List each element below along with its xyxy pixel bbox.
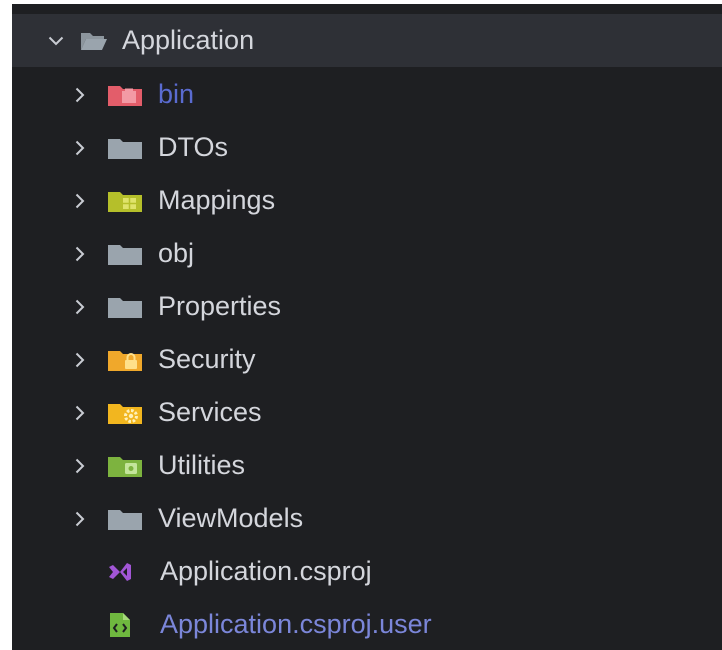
tree-item-services[interactable]: Services (12, 386, 722, 439)
chevron-right-icon[interactable] (70, 280, 90, 333)
tree-item-bin[interactable]: bin (12, 68, 722, 121)
window-frame: Application bin DTOs Mappings obj Proper… (0, 0, 722, 650)
folder-icon (108, 296, 142, 318)
tree-item-label: obj (158, 238, 195, 268)
tree-item-utilities[interactable]: Utilities (12, 439, 722, 492)
folder-mappings-icon (108, 190, 142, 212)
tree-item-label: ViewModels (158, 503, 304, 533)
chevron-right-icon[interactable] (70, 386, 90, 439)
chevron-right-icon[interactable] (70, 68, 90, 121)
folder-bin-icon (108, 84, 142, 106)
chevron-right-icon[interactable] (70, 121, 90, 174)
tree-item-label: Security (158, 344, 256, 374)
tree-item-label: DTOs (158, 132, 229, 162)
tree-item-label: Application.csproj (160, 556, 372, 586)
tree-item-mappings[interactable]: Mappings (12, 174, 722, 227)
tree-item-label: Properties (158, 291, 282, 321)
folder-open-icon (80, 30, 108, 52)
tree-item-obj[interactable]: obj (12, 227, 722, 280)
tree-item-security[interactable]: Security (12, 333, 722, 386)
tree-root-label: Application (122, 25, 255, 55)
tree-root-application[interactable]: Application (12, 14, 722, 67)
chevron-right-icon[interactable] (70, 492, 90, 545)
xml-file-icon (110, 612, 130, 637)
chevron-right-icon[interactable] (70, 333, 90, 386)
tree-item-label: Mappings (158, 185, 276, 215)
chevron-right-icon[interactable] (70, 227, 90, 280)
folder-utilities-icon (108, 455, 142, 477)
visual-studio-icon (108, 561, 132, 583)
tree-item-application-csproj-user[interactable]: Application.csproj.user (12, 598, 722, 650)
tree-item-label: Utilities (158, 450, 246, 480)
chevron-right-icon[interactable] (70, 439, 90, 492)
folder-icon (108, 508, 142, 530)
tree-item-label: Services (158, 397, 262, 427)
tree-item-application-csproj[interactable]: Application.csproj (12, 545, 722, 598)
chevron-right-icon[interactable] (70, 174, 90, 227)
file-explorer: Application bin DTOs Mappings obj Proper… (12, 4, 722, 650)
tree-item-label: Application.csproj.user (160, 609, 432, 639)
tree-item-viewmodels[interactable]: ViewModels (12, 492, 722, 545)
tree-item-dtos[interactable]: DTOs (12, 121, 722, 174)
tree-item-properties[interactable]: Properties (12, 280, 722, 333)
tree-item-label: bin (158, 79, 195, 109)
chevron-down-icon[interactable] (46, 14, 66, 67)
folder-icon (108, 243, 142, 265)
folder-icon (108, 137, 142, 159)
folder-security-icon (108, 349, 142, 371)
folder-services-icon (108, 402, 142, 424)
